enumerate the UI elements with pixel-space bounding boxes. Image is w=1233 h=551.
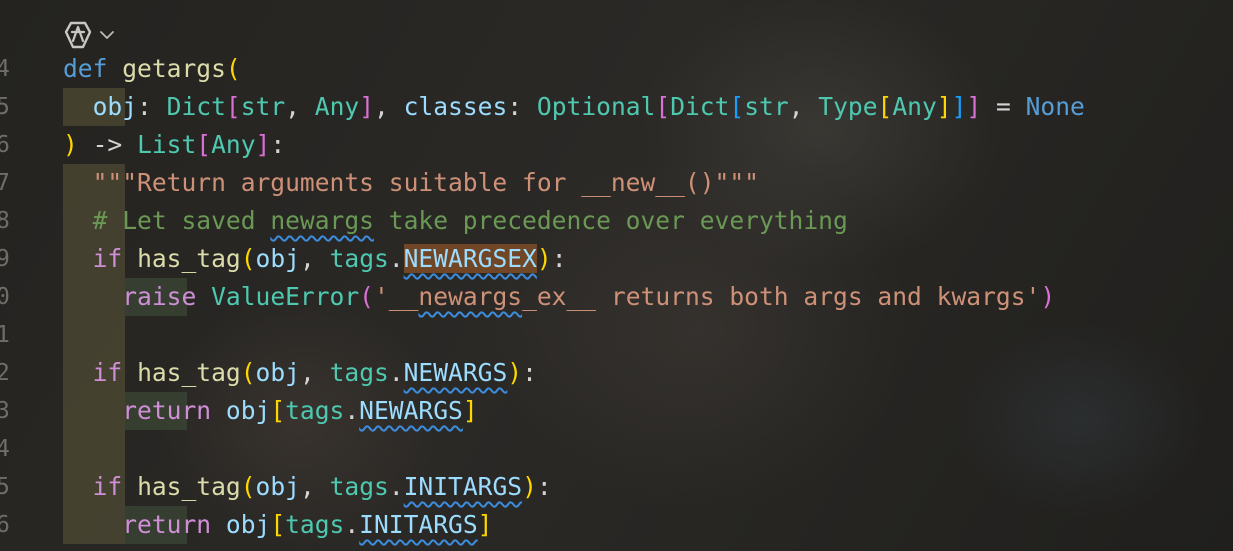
- code-token: tags: [285, 396, 345, 425]
- code-token: tags: [329, 472, 389, 501]
- code-token: if: [92, 358, 123, 387]
- code-token: Dict: [670, 92, 730, 121]
- code-token: tags: [329, 244, 389, 273]
- code-token: Optional: [536, 92, 656, 121]
- code-token: obj: [255, 244, 300, 273]
- code-token: obj: [92, 92, 138, 121]
- highlighted-attribute[interactable]: NEWARGSEX: [403, 244, 537, 273]
- code-token: str: [744, 92, 789, 121]
- code-token: raise: [122, 282, 197, 311]
- code-token: ValueError: [211, 282, 360, 311]
- string-literal: '__: [373, 282, 419, 311]
- code-line[interactable]: obj: Dict[str, Any], classes: Optional[D…: [63, 88, 1085, 126]
- function-name: getargs: [122, 54, 226, 83]
- code-token: INITARGS: [359, 510, 478, 539]
- code-token: NEWARGS: [403, 358, 508, 387]
- code-line[interactable]: return obj[tags.NEWARGS]: [63, 392, 477, 430]
- typo-warning: newargs: [418, 282, 523, 311]
- code-token: Any: [892, 92, 937, 121]
- code-token: obj: [225, 510, 271, 539]
- string-literal: _ex__: [522, 282, 597, 311]
- code-token: Any: [211, 130, 256, 159]
- code-token: obj: [255, 358, 300, 387]
- code-line[interactable]: """Return arguments suitable for __new__…: [63, 164, 759, 202]
- code-token: classes: [403, 92, 508, 121]
- code-token: if: [92, 244, 123, 273]
- code-token: INITARGS: [403, 472, 523, 501]
- code-token: return: [122, 510, 212, 539]
- code-token: has_tag: [137, 244, 241, 273]
- code-line[interactable]: # Let saved newargs take precedence over…: [63, 202, 848, 240]
- code-token: List: [137, 130, 197, 159]
- comment: take precedence over everything: [373, 206, 848, 235]
- code-token: tags: [285, 510, 345, 539]
- code-token: Dict: [166, 92, 226, 121]
- code-line[interactable]: raise ValueError('__newargs_ex__ returns…: [63, 278, 1055, 316]
- code-token: ->: [92, 130, 123, 159]
- code-line[interactable]: def getargs(: [63, 50, 241, 88]
- code-token: obj: [225, 396, 271, 425]
- code-token: Type: [818, 92, 878, 121]
- code-token: if: [92, 472, 123, 501]
- docstring: """Return arguments suitable for __new__…: [92, 168, 759, 197]
- code-token: None: [1025, 92, 1085, 121]
- code-line[interactable]: return obj[tags.INITARGS]: [63, 506, 492, 544]
- code-line[interactable]: if has_tag(obj, tags.NEWARGSEX):: [63, 240, 567, 278]
- code-token: has_tag: [137, 358, 241, 387]
- code-area[interactable]: def getargs( obj: Dict[str, Any], classe…: [0, 0, 1233, 551]
- code-token: NEWARGS: [359, 396, 463, 425]
- code-token: obj: [255, 472, 300, 501]
- code-line[interactable]: if has_tag(obj, tags.NEWARGS):: [63, 354, 537, 392]
- code-token: has_tag: [137, 472, 241, 501]
- string-literal: returns both args and kwargs': [596, 282, 1041, 311]
- code-token: return: [122, 396, 212, 425]
- code-token: def: [63, 54, 108, 83]
- code-token: str: [240, 92, 286, 121]
- code-line[interactable]: ) -> List[Any]:: [63, 126, 285, 164]
- code-token: tags: [329, 358, 389, 387]
- code-token: Any: [314, 92, 360, 121]
- code-line[interactable]: if has_tag(obj, tags.INITARGS):: [63, 468, 552, 506]
- comment: # Let saved: [92, 206, 271, 235]
- code-editor[interactable]: 4 5 6 7 8 9 0 1 2 3 4 5 6 def getargs(o…: [0, 0, 1233, 551]
- typo-warning: newargs: [270, 206, 374, 235]
